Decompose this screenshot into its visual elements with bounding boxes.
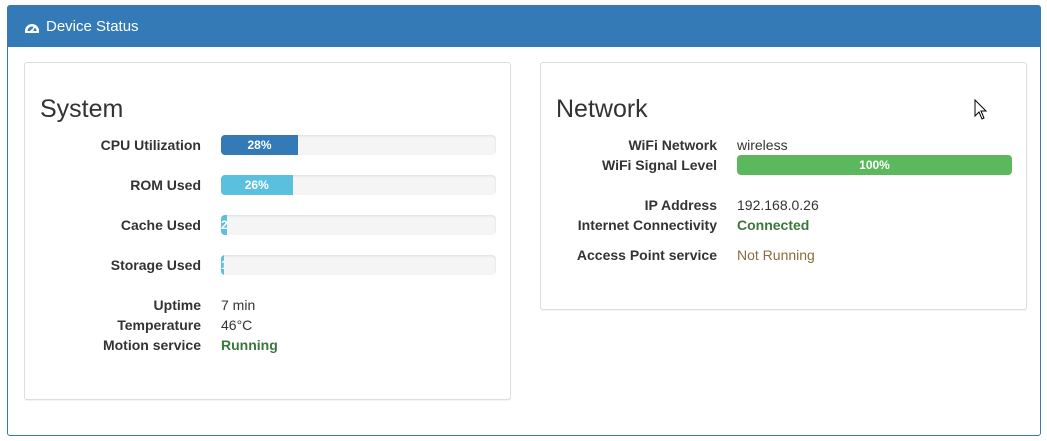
- internet-row: Internet Connectivity Connected: [541, 215, 810, 235]
- wifi-signal-progress-bar: 100%: [737, 155, 1012, 175]
- wifi-signal-progress: 100%: [737, 155, 1012, 175]
- storage-progress-bar: 1%: [221, 255, 224, 275]
- motion-row: Motion service Running: [25, 335, 278, 355]
- storage-row: Storage Used 1%: [25, 255, 496, 275]
- ip-value: 192.168.0.26: [737, 197, 819, 213]
- wifi-signal-label: WiFi Signal Level: [601, 157, 717, 173]
- internet-status: Connected: [737, 217, 810, 233]
- rom-progress-bar: 26%: [221, 175, 293, 195]
- wifi-signal-row: WiFi Signal Level 100%: [541, 155, 1012, 175]
- cpu-label: CPU Utilization: [100, 137, 201, 153]
- cache-progress-bar: 2%: [221, 215, 227, 235]
- device-status-panel: Device Status System CPU Utilization 28%…: [7, 5, 1041, 436]
- panel-title: Device Status: [46, 18, 139, 35]
- network-section: Network WiFi Network wireless WiFi Signa…: [540, 62, 1027, 310]
- wifi-network-row: WiFi Network wireless: [541, 135, 787, 155]
- panel-heading: Device Status: [8, 6, 1040, 47]
- storage-label: Storage Used: [110, 257, 201, 273]
- storage-progress: 1%: [221, 255, 496, 275]
- rom-row: ROM Used 26%: [25, 175, 496, 195]
- cache-label: Cache Used: [120, 217, 201, 233]
- system-section: System CPU Utilization 28% ROM Used 26% …: [24, 62, 511, 400]
- access-point-row: Access Point service Not Running: [541, 245, 815, 265]
- ip-row: IP Address 192.168.0.26: [541, 195, 819, 215]
- wifi-network-value: wireless: [737, 137, 788, 153]
- cache-row: Cache Used 2%: [25, 215, 496, 235]
- cache-progress: 2%: [221, 215, 496, 235]
- uptime-label: Uptime: [153, 297, 201, 313]
- cpu-progress-bar: 28%: [221, 135, 298, 155]
- ip-label: IP Address: [644, 197, 717, 213]
- uptime-row: Uptime 7 min: [25, 295, 256, 315]
- rom-label: ROM Used: [130, 177, 201, 193]
- internet-label: Internet Connectivity: [577, 217, 717, 233]
- access-point-label: Access Point service: [576, 247, 717, 263]
- uptime-value: 7 min: [221, 297, 256, 313]
- dashboard-gauge-icon: [24, 19, 40, 35]
- mouse-cursor-icon: [974, 99, 988, 120]
- temperature-label: Temperature: [117, 317, 201, 333]
- cpu-progress: 28%: [221, 135, 496, 155]
- rom-progress: 26%: [221, 175, 496, 195]
- cpu-row: CPU Utilization 28%: [25, 135, 496, 155]
- access-point-status: Not Running: [737, 247, 815, 263]
- temperature-value: 46°C: [221, 317, 253, 333]
- temperature-row: Temperature 46°C: [25, 315, 252, 335]
- network-heading: Network: [556, 95, 648, 123]
- wifi-network-label: WiFi Network: [628, 137, 717, 153]
- motion-label: Motion service: [102, 337, 201, 353]
- motion-status: Running: [221, 337, 278, 353]
- system-heading: System: [40, 95, 124, 123]
